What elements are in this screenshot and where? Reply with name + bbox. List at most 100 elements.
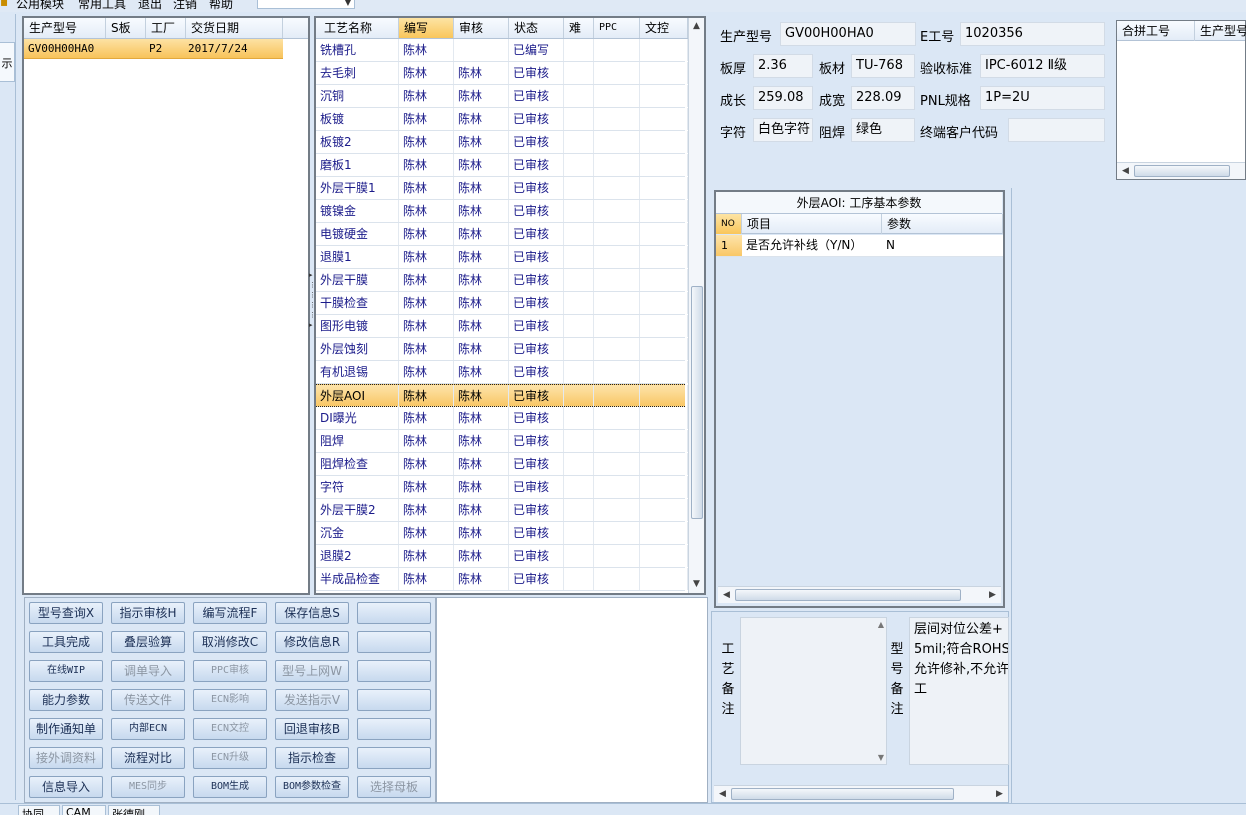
- scroll-thumb[interactable]: [691, 286, 703, 519]
- field-standard[interactable]: IPC-6012 Ⅱ级: [980, 54, 1105, 78]
- ecn-doc-control-button[interactable]: ECN文控: [193, 718, 267, 740]
- scroll-thumb[interactable]: [731, 788, 954, 800]
- tool-complete-button[interactable]: 工具完成: [29, 631, 103, 653]
- scroll-left-icon[interactable]: ◀: [714, 786, 731, 802]
- col-header-ppc[interactable]: PPC: [594, 18, 640, 38]
- table-row[interactable]: 退膜1 陈林 陈林 已审核: [316, 246, 688, 269]
- make-notice-button[interactable]: 制作通知单: [29, 718, 103, 740]
- menu-combobox[interactable]: ▼: [257, 0, 355, 9]
- blank-button-5[interactable]: [357, 718, 431, 740]
- table-row[interactable]: 有机退锡 陈林 陈林 已审核: [316, 361, 688, 384]
- table-row[interactable]: 阻焊检查 陈林 陈林 已审核: [316, 453, 688, 476]
- menu-item-exit[interactable]: 退出: [138, 0, 162, 12]
- instruction-check-button[interactable]: 指示检查: [275, 747, 349, 769]
- table-row[interactable]: 板镀2 陈林 陈林 已审核: [316, 131, 688, 154]
- edit-info-button[interactable]: 修改信息R: [275, 631, 349, 653]
- field-length[interactable]: 259.08: [753, 86, 813, 110]
- bom-param-check-button[interactable]: BOM参数检查: [275, 776, 349, 798]
- notes-hscrollbar[interactable]: ◀ ▶: [714, 785, 1008, 802]
- import-order-button[interactable]: 调单导入: [111, 660, 185, 682]
- table-row[interactable]: 铣槽孔 陈林 已编写: [316, 39, 688, 62]
- field-customer[interactable]: [1008, 118, 1105, 142]
- blank-button-1[interactable]: [357, 602, 431, 624]
- scroll-right-icon[interactable]: ▶: [984, 587, 1001, 603]
- instruction-review-button[interactable]: 指示审核H: [111, 602, 185, 624]
- col-header-difficulty[interactable]: 难: [564, 18, 594, 38]
- menu-item-help[interactable]: 帮助: [209, 0, 233, 12]
- tab-user[interactable]: 张德刚: [108, 805, 160, 815]
- online-wip-button[interactable]: 在线WIP: [29, 660, 103, 682]
- bom-generate-button[interactable]: BOM生成: [193, 776, 267, 798]
- menu-item-common-tools[interactable]: 常用工具: [78, 0, 126, 12]
- send-file-button[interactable]: 传送文件: [111, 689, 185, 711]
- col-header-process-name[interactable]: 工艺名称: [316, 18, 399, 38]
- col-header-no[interactable]: NO: [716, 214, 742, 234]
- col-header-param[interactable]: 参数: [882, 214, 1003, 234]
- col-header-s-board[interactable]: S板: [106, 18, 146, 38]
- stackup-check-button[interactable]: 叠层验算: [111, 631, 185, 653]
- select-mother-board-button[interactable]: 选择母板: [357, 776, 431, 798]
- params-hscrollbar[interactable]: ◀ ▶: [718, 586, 1001, 603]
- field-material[interactable]: TU-768: [851, 54, 915, 78]
- tab-cam[interactable]: CAM: [62, 805, 106, 815]
- col-header-merge-model[interactable]: 生产型号: [1195, 21, 1246, 41]
- ecn-impact-button[interactable]: ECN影响: [193, 689, 267, 711]
- table-row[interactable]: 干膜检查 陈林 陈林 已审核: [316, 292, 688, 315]
- menu-item-logout[interactable]: 注销: [173, 0, 197, 12]
- field-ework[interactable]: 1020356: [960, 22, 1105, 46]
- blank-button-3[interactable]: [357, 660, 431, 682]
- table-row[interactable]: 沉金 陈林 陈林 已审核: [316, 522, 688, 545]
- table-row[interactable]: 镀镍金 陈林 陈林 已审核: [316, 200, 688, 223]
- table-row[interactable]: 阻焊 陈林 陈林 已审核: [316, 430, 688, 453]
- capability-params-button[interactable]: 能力参数: [29, 689, 103, 711]
- table-row[interactable]: 去毛刺 陈林 陈林 已审核: [316, 62, 688, 85]
- table-row[interactable]: 1 是否允许补线（Y/N） N: [716, 235, 1003, 257]
- scroll-left-icon[interactable]: ◀: [1117, 163, 1134, 179]
- table-row[interactable]: 磨板1 陈林 陈林 已审核: [316, 154, 688, 177]
- table-row[interactable]: 外层干膜1 陈林 陈林 已审核: [316, 177, 688, 200]
- rollback-review-button[interactable]: 回退审核B: [275, 718, 349, 740]
- scroll-thumb[interactable]: [1134, 165, 1230, 177]
- field-width[interactable]: 228.09: [851, 86, 915, 110]
- scroll-down-icon[interactable]: ▼: [878, 753, 884, 762]
- process-notes-textarea[interactable]: ▲ ▼: [740, 617, 887, 765]
- external-data-button[interactable]: 接外调资料: [29, 747, 103, 769]
- write-flow-button[interactable]: 编写流程F: [193, 602, 267, 624]
- menu-item-common-modules[interactable]: 公用模块: [16, 0, 64, 12]
- col-header-factory[interactable]: 工厂: [146, 18, 186, 38]
- internal-ecn-button[interactable]: 内部ECN: [111, 718, 185, 740]
- model-query-button[interactable]: 型号查询X: [29, 602, 103, 624]
- model-notes-textarea[interactable]: 层间对位公差+ 5mil;符合ROHS 允许修补,不允许工: [909, 617, 1009, 765]
- table-row[interactable]: 字符 陈林 陈林 已审核: [316, 476, 688, 499]
- table-row[interactable]: 板镀 陈林 陈林 已审核: [316, 108, 688, 131]
- send-instruction-button[interactable]: 发送指示V: [275, 689, 349, 711]
- table-row[interactable]: 外层蚀刻 陈林 陈林 已审核: [316, 338, 688, 361]
- field-model[interactable]: GV00H00HA0: [780, 22, 916, 46]
- table-row[interactable]: 外层干膜 陈林 陈林 已审核: [316, 269, 688, 292]
- ppc-review-button[interactable]: PPC审核: [193, 660, 267, 682]
- col-header-delivery-date[interactable]: 交货日期: [186, 18, 283, 38]
- table-row[interactable]: 退膜2 陈林 陈林 已审核: [316, 545, 688, 568]
- scroll-up-icon[interactable]: ▲: [689, 18, 704, 35]
- mes-sync-button[interactable]: MES同步: [111, 776, 185, 798]
- show-panel-button[interactable]: 示: [0, 42, 15, 82]
- col-header-merge-ework[interactable]: 合拼工号: [1117, 21, 1195, 41]
- cancel-edit-button[interactable]: 取消修改C: [193, 631, 267, 653]
- table-row[interactable]: GV00H00HA0 P2 2017/7/24: [24, 39, 283, 59]
- scroll-up-icon[interactable]: ▲: [878, 620, 884, 629]
- scroll-down-icon[interactable]: ▼: [689, 576, 704, 593]
- merge-grid-hscrollbar[interactable]: ◀: [1117, 162, 1245, 179]
- col-header-status[interactable]: 状态: [509, 18, 564, 38]
- table-row[interactable]: 半成品检查 陈林 陈林 已审核: [316, 568, 688, 591]
- blank-button-6[interactable]: [357, 747, 431, 769]
- table-row[interactable]: 图形电镀 陈林 陈林 已审核: [316, 315, 688, 338]
- info-import-button[interactable]: 信息导入: [29, 776, 103, 798]
- scroll-thumb[interactable]: [735, 589, 961, 601]
- field-mask[interactable]: 绿色: [851, 118, 915, 142]
- blank-button-4[interactable]: [357, 689, 431, 711]
- col-header-item[interactable]: 项目: [742, 214, 882, 234]
- flow-compare-button[interactable]: 流程对比: [111, 747, 185, 769]
- blank-button-2[interactable]: [357, 631, 431, 653]
- col-header-reviewer[interactable]: 审核: [454, 18, 509, 38]
- col-header-doc-control[interactable]: 文控: [640, 18, 688, 38]
